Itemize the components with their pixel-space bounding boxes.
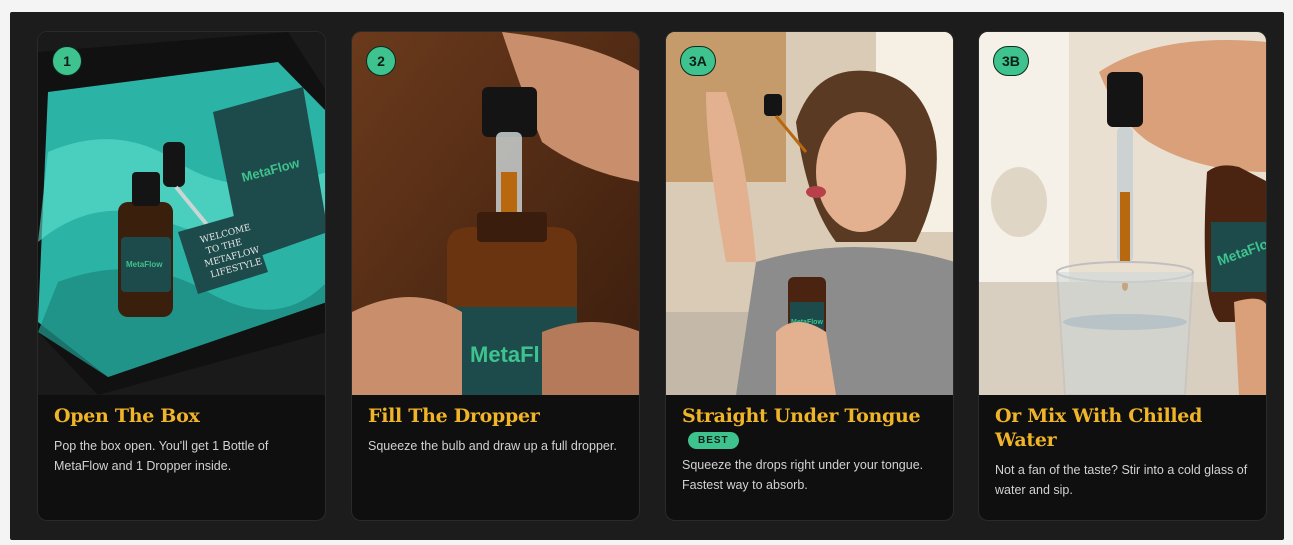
step-badge: 1 [52,46,82,76]
how-to-use-panel: MetaFlow MetaFlow WELCOME TO THE METAFLO… [10,12,1284,540]
step-title: Fill The Dropper [368,405,540,427]
step-2-body: Fill The Dropper Squeeze the bulb and dr… [368,404,625,456]
step-description: Pop the box open. You'll get 1 Bottle of… [54,439,269,473]
step-card-3b: MetaFlo 3B Or Mix With Chilled Water Not… [978,31,1267,521]
best-badge: BEST [688,432,739,449]
step-description: Not a fan of the taste? Stir into a cold… [995,463,1248,497]
step-card-3a: MetaFlow 3A Straight Under Tongue BEST S… [665,31,954,521]
step-title: Straight Under Tongue [682,405,921,427]
step-3b-image: MetaFlo 3B [979,32,1266,395]
step-title: Open The Box [54,405,200,427]
step-badge: 3B [993,46,1029,76]
step-card-1: MetaFlow MetaFlow WELCOME TO THE METAFLO… [37,31,326,521]
svg-text:MetaFl: MetaFl [470,342,540,367]
step-3a-body: Straight Under Tongue BEST Squeeze the d… [682,404,939,495]
step-3a-image: MetaFlow 3A [666,32,953,395]
step-badge: 3A [680,46,716,76]
step-badge: 2 [366,46,396,76]
step-card-2: MetaFl 2 Fill The Dropper Squeeze the bu… [351,31,640,521]
step-description: Squeeze the drops right under your tongu… [682,458,924,492]
svg-text:MetaFlow: MetaFlow [126,260,163,269]
step-2-image: MetaFl 2 [352,32,639,395]
step-1-body: Open The Box Pop the box open. You'll ge… [54,404,311,476]
step-description: Squeeze the bulb and draw up a full drop… [368,439,617,453]
step-title: Or Mix With Chilled Water [995,405,1203,451]
step-3b-body: Or Mix With Chilled Water Not a fan of t… [995,404,1252,500]
step-1-image: MetaFlow MetaFlow WELCOME TO THE METAFLO… [38,32,325,395]
